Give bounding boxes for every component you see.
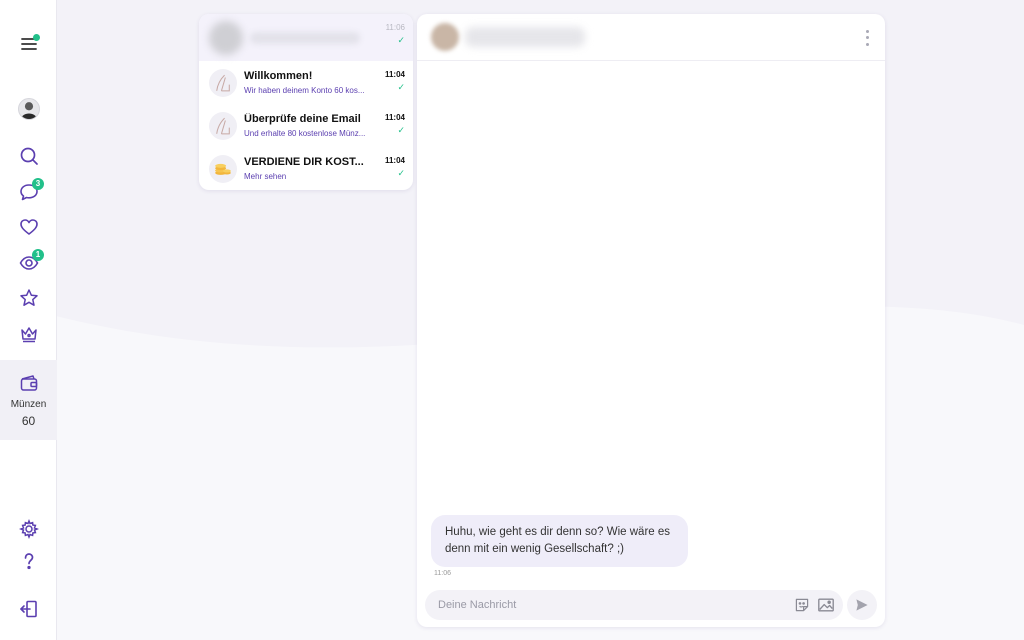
chat-panel: Huhu, wie geht es dir denn so? Wie wäre … (417, 14, 885, 627)
conversation-preview: Mehr sehen (244, 172, 287, 181)
avatar (209, 154, 237, 183)
favorites-button[interactable] (0, 283, 57, 313)
send-button[interactable] (847, 590, 877, 620)
coins-icon (215, 163, 231, 175)
wallet-icon (20, 374, 37, 391)
star-icon (19, 289, 38, 306)
message-bubble: Huhu, wie geht es dir denn so? Wie wäre … (431, 515, 688, 567)
check-icon: ✓ (397, 35, 405, 45)
question-icon (24, 553, 33, 570)
more-options-button[interactable] (861, 28, 873, 48)
image-icon (818, 598, 834, 612)
blurred-contact-name (465, 27, 585, 47)
notification-dot (33, 34, 40, 41)
conversation-item[interactable]: Willkommen! Wir haben deinem Konto 60 ko… (199, 61, 413, 104)
gear-icon (18, 519, 39, 539)
premium-button[interactable] (0, 319, 57, 349)
conversation-item[interactable]: Überprüfe deine Email Und erhalte 80 kos… (199, 104, 413, 147)
logo-icon (216, 74, 230, 91)
conversation-time: 11:04 (384, 70, 405, 79)
avatar (17, 98, 40, 120)
avatar (209, 111, 237, 140)
coins-label: Münzen (10, 398, 47, 410)
message-input[interactable] (438, 599, 787, 611)
likes-button[interactable] (0, 212, 57, 242)
profile-button[interactable] (0, 94, 57, 124)
heart-icon (19, 219, 38, 235)
sticker-button[interactable] (793, 596, 811, 614)
conversation-time: 11:06 (385, 23, 405, 32)
conversation-list: 11:06 ✓ Willkommen! Wir haben deinem Kon… (199, 14, 413, 190)
check-icon: ✓ (397, 168, 405, 178)
visitors-badge: 1 (32, 249, 44, 261)
image-upload-button[interactable] (817, 596, 835, 614)
sticker-icon (795, 598, 809, 612)
conversation-name: Überprüfe deine Email (244, 113, 361, 125)
message-composer (425, 590, 843, 620)
check-icon: ✓ (397, 125, 405, 135)
avatar (209, 20, 243, 55)
logout-icon (19, 600, 37, 618)
chat-nav-button[interactable]: 3 (0, 177, 57, 207)
avatar (209, 68, 237, 97)
conversation-preview: Wir haben deinem Konto 60 kos... (244, 86, 365, 95)
conversation-item[interactable]: VERDIENE DIR KOST... Mehr sehen 11:04 ✓ (199, 147, 413, 190)
coins-count: 60 (21, 413, 36, 428)
avatar[interactable] (431, 23, 459, 51)
conversation-time: 11:04 (384, 113, 405, 122)
logo-icon (216, 117, 230, 134)
conversation-preview: Und erhalte 80 kostenlose Münz... (244, 129, 366, 138)
check-icon: ✓ (397, 82, 405, 92)
search-button[interactable] (0, 141, 57, 171)
blurred-name (250, 31, 360, 44)
chat-badge: 3 (32, 178, 44, 190)
coins-wallet[interactable]: Münzen 60 (0, 360, 57, 440)
sidebar: 3 1 Münzen 60 (0, 0, 57, 640)
settings-button[interactable] (0, 514, 57, 544)
visitors-button[interactable]: 1 (0, 248, 57, 278)
crown-icon (20, 327, 37, 343)
search-icon (20, 147, 38, 165)
send-icon (856, 599, 868, 611)
conversation-name: VERDIENE DIR KOST... (244, 156, 364, 168)
menu-button[interactable] (0, 29, 57, 59)
help-button[interactable] (0, 546, 57, 576)
message-time: 11:06 (434, 570, 451, 577)
chat-header (417, 14, 885, 61)
logout-button[interactable] (0, 594, 57, 624)
conversation-item[interactable]: 11:06 ✓ (199, 14, 413, 61)
conversation-time: 11:04 (384, 156, 405, 165)
conversation-name: Willkommen! (244, 70, 313, 82)
